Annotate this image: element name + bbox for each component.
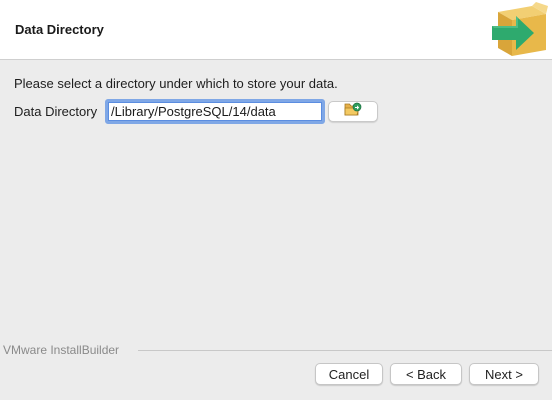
footer-divider (138, 350, 552, 351)
data-directory-label: Data Directory (14, 104, 98, 119)
next-button[interactable]: Next > (469, 363, 539, 385)
page-header: Data Directory (0, 0, 552, 60)
back-button[interactable]: < Back (390, 363, 462, 385)
browse-button[interactable] (328, 101, 378, 122)
branding-label: VMware InstallBuilder (3, 343, 120, 357)
data-directory-input[interactable] (105, 99, 325, 124)
installer-window: Data Directory Please select a directory… (0, 0, 552, 400)
folder-browse-icon (344, 102, 362, 122)
installer-box-arrow-icon (488, 2, 550, 60)
instructions-text: Please select a directory under which to… (14, 76, 338, 91)
cancel-button[interactable]: Cancel (315, 363, 383, 385)
page-title: Data Directory (15, 22, 104, 37)
